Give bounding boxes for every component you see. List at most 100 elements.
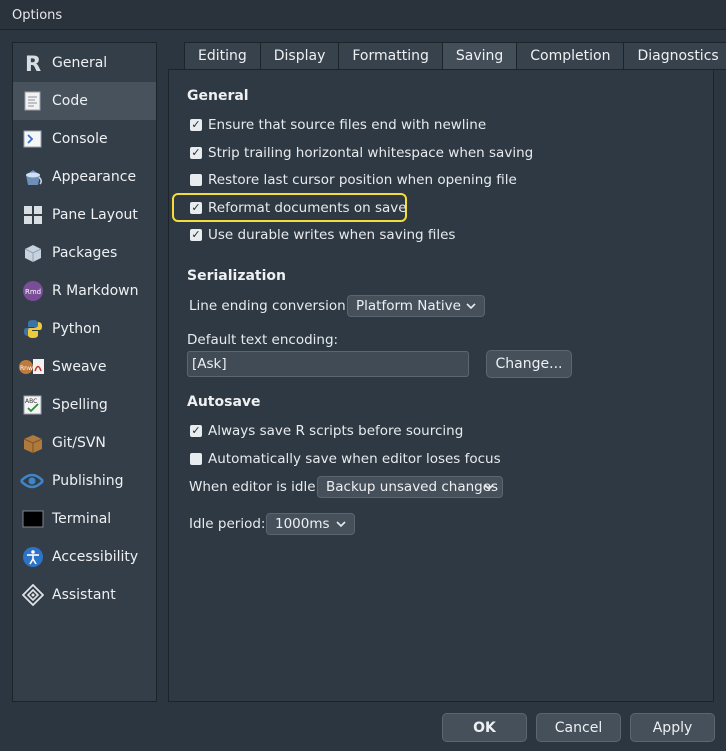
sidebar-item-label: Python (52, 321, 101, 337)
sidebar-item-label: Spelling (52, 397, 108, 413)
select-value: Backup unsaved changes (326, 479, 499, 495)
saving-panel: General ✓ Ensure that source files end w… (168, 69, 714, 702)
sidebar-item-label: Assistant (52, 587, 116, 603)
accessibility-icon (22, 546, 44, 568)
select-value: Platform Native (356, 298, 461, 314)
options-sidebar: R General Code Console Appearance Pane L… (12, 42, 157, 702)
sidebar-item-python[interactable]: Python (13, 310, 156, 348)
checkbox-checked[interactable]: ✓ (190, 202, 202, 214)
sidebar-item-pane-layout[interactable]: Pane Layout (13, 196, 156, 234)
sidebar-item-assistant[interactable]: Assistant (13, 576, 156, 614)
sweave-pdf-icon: Rnw (18, 356, 46, 378)
line-ending-select[interactable]: Platform Native (347, 295, 485, 317)
sidebar-item-label: R Markdown (52, 283, 139, 299)
option-label: Restore last cursor position when openin… (208, 172, 517, 188)
assistant-icon (22, 584, 44, 606)
tab-saving[interactable]: Saving (441, 42, 518, 70)
sidebar-item-spelling[interactable]: ABC Spelling (13, 386, 156, 424)
encoding-value: [Ask] (192, 356, 227, 372)
option-reformat-on-save[interactable]: ✓ Reformat documents on save (190, 200, 407, 216)
sidebar-item-accessibility[interactable]: Accessibility (13, 538, 156, 576)
spelling-abc-icon: ABC (22, 394, 44, 416)
sidebar-item-packages[interactable]: Packages (13, 234, 156, 272)
sidebar-item-general[interactable]: R General (13, 44, 156, 82)
svg-text:Rnw: Rnw (20, 365, 33, 372)
option-ensure-newline[interactable]: ✓ Ensure that source files end with newl… (190, 117, 486, 133)
general-heading: General (187, 88, 249, 104)
svg-text:ABC: ABC (25, 398, 37, 405)
checkbox-checked[interactable]: ✓ (190, 147, 202, 159)
svg-text:R: R (25, 52, 41, 74)
sidebar-item-label: Git/SVN (52, 435, 106, 451)
tab-editing[interactable]: Editing (184, 42, 261, 70)
publishing-icon (17, 470, 47, 492)
window-title: Options (12, 8, 63, 23)
checkbox-checked[interactable]: ✓ (190, 229, 202, 241)
idle-period-select[interactable]: 1000ms (266, 513, 355, 535)
terminal-icon (22, 508, 44, 530)
sidebar-item-publishing[interactable]: Publishing (13, 462, 156, 500)
encoding-label: Default text encoding: (187, 332, 339, 348)
sidebar-item-terminal[interactable]: Terminal (13, 500, 156, 538)
autosave-heading: Autosave (187, 394, 261, 410)
sidebar-item-git-svn[interactable]: Git/SVN (13, 424, 156, 462)
package-box-icon (22, 242, 44, 264)
sidebar-item-label: General (52, 55, 108, 71)
change-encoding-button[interactable]: Change... (486, 350, 572, 378)
ok-button[interactable]: OK (442, 713, 527, 742)
option-label: Automatically save when editor loses foc… (208, 451, 501, 467)
option-label: Ensure that source files end with newlin… (208, 117, 487, 133)
encoding-field[interactable]: [Ask] (187, 351, 469, 377)
sidebar-item-label: Accessibility (52, 549, 139, 565)
option-strip-whitespace[interactable]: ✓ Strip trailing horizontal whitespace w… (190, 145, 533, 161)
chevron-down-icon (336, 521, 346, 528)
sidebar-item-sweave[interactable]: Rnw Sweave (13, 348, 156, 386)
option-label: Use durable writes when saving files (208, 227, 456, 243)
python-icon (22, 318, 44, 340)
cancel-button[interactable]: Cancel (536, 713, 621, 742)
sidebar-item-label: Appearance (52, 169, 137, 185)
sidebar-item-label: Publishing (52, 473, 124, 489)
option-label: Reformat documents on save (208, 200, 407, 216)
console-icon (22, 128, 44, 150)
sidebar-item-label: Pane Layout (52, 207, 138, 223)
svg-text:Rmd: Rmd (25, 288, 41, 296)
serialization-heading: Serialization (187, 268, 286, 284)
tab-completion[interactable]: Completion (516, 42, 625, 70)
line-ending-label: Line ending conversion: (189, 298, 351, 314)
rmarkdown-icon: Rmd (22, 280, 44, 302)
option-save-before-sourcing[interactable]: ✓ Always save R scripts before sourcing (190, 423, 463, 439)
chevron-down-icon (484, 484, 494, 491)
option-label: Strip trailing horizontal whitespace whe… (208, 145, 534, 161)
tab-diagnostics[interactable]: Diagnostics (623, 42, 726, 70)
checkbox-checked[interactable]: ✓ (190, 425, 202, 437)
select-value: 1000ms (275, 516, 330, 532)
idle-period-label: Idle period: (189, 516, 266, 532)
pane-layout-icon (22, 204, 44, 226)
checkbox-unchecked[interactable] (190, 174, 202, 186)
option-durable-writes[interactable]: ✓ Use durable writes when saving files (190, 227, 455, 243)
sidebar-item-r-markdown[interactable]: Rmd R Markdown (13, 272, 156, 310)
option-label: Always save R scripts before sourcing (208, 423, 464, 439)
sidebar-item-label: Packages (52, 245, 118, 261)
code-document-icon (22, 90, 44, 112)
options-tabs: Editing Display Formatting Saving Comple… (184, 42, 726, 70)
checkbox-unchecked[interactable] (190, 453, 202, 465)
option-save-on-focus-loss[interactable]: Automatically save when editor loses foc… (190, 451, 501, 467)
sidebar-item-code[interactable]: Code (13, 82, 156, 120)
sidebar-item-appearance[interactable]: Appearance (13, 158, 156, 196)
option-restore-cursor[interactable]: Restore last cursor position when openin… (190, 172, 517, 188)
chevron-down-icon (466, 303, 476, 310)
idle-action-select[interactable]: Backup unsaved changes (317, 476, 503, 498)
tab-display[interactable]: Display (259, 42, 340, 70)
checkbox-checked[interactable]: ✓ (190, 119, 202, 131)
sidebar-item-label: Terminal (52, 511, 112, 527)
sidebar-item-console[interactable]: Console (13, 120, 156, 158)
tab-formatting[interactable]: Formatting (338, 42, 443, 70)
paint-bucket-icon (22, 166, 44, 188)
sidebar-item-label: Code (52, 93, 88, 109)
idle-action-label: When editor is idle: (189, 479, 321, 495)
apply-button[interactable]: Apply (630, 713, 715, 742)
sidebar-item-label: Sweave (52, 359, 107, 375)
r-logo-icon: R (22, 52, 44, 74)
